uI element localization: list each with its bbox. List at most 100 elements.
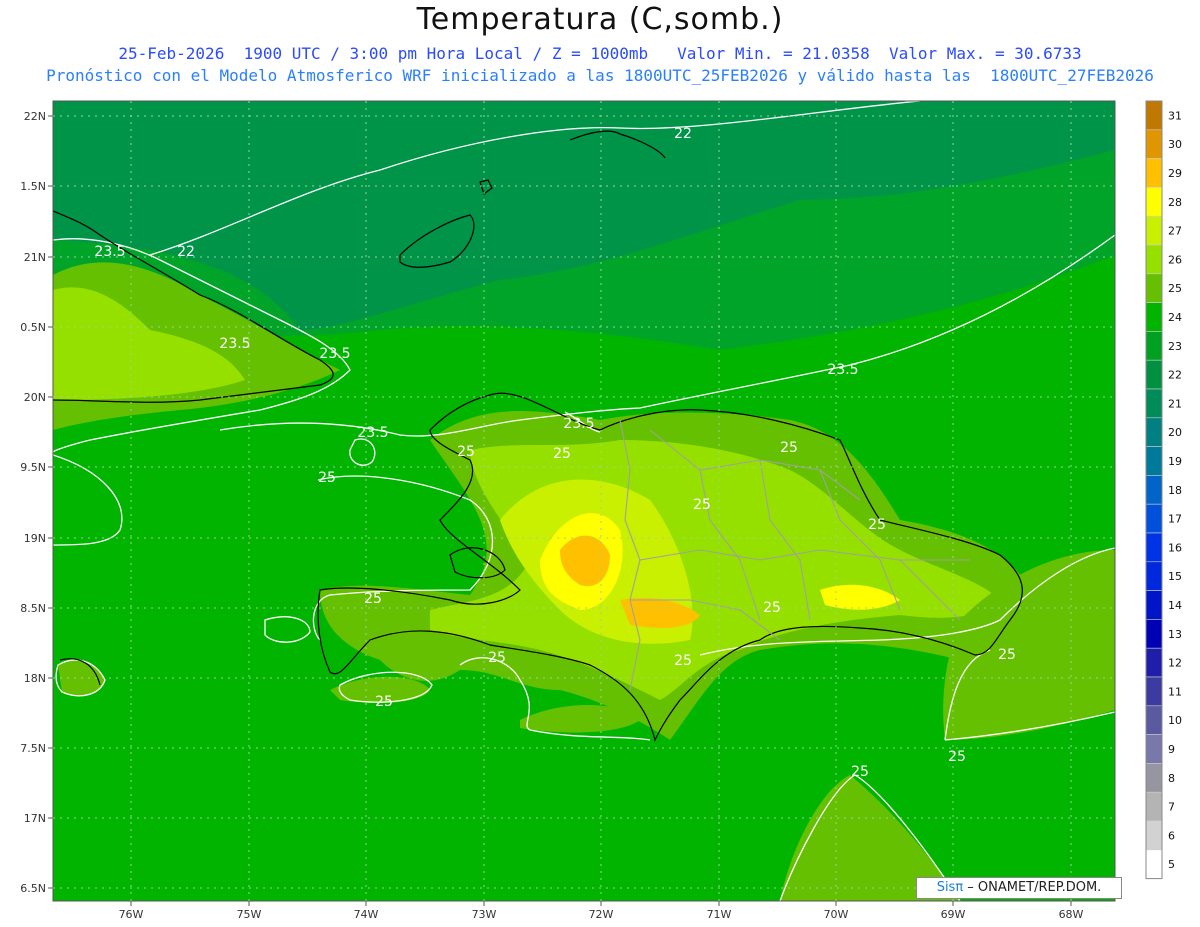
- lon-label: 74W: [354, 908, 379, 921]
- colorbar-swatch: [1145, 158, 1163, 188]
- contour-label: 25: [763, 600, 781, 616]
- contour-label: 23.5: [357, 425, 388, 441]
- lon-label: 70W: [824, 908, 849, 921]
- colorbar-label: 8: [1168, 772, 1175, 785]
- temperature-map: 22N 1.5N 21N 0.5N 20N 9.5N 19N 8.5N 18N 7.5N 17N 6.…: [20, 100, 1182, 921]
- contour-label: 25: [851, 764, 869, 780]
- colorbar-swatch: [1145, 187, 1163, 217]
- colorbar-label: 29: [1168, 167, 1182, 180]
- contour-label: 25: [868, 517, 886, 533]
- credit-box: Sisπ – ONAMET/REP.DOM.: [916, 877, 1122, 899]
- colorbar-swatch: [1145, 475, 1163, 505]
- contour-label: 25: [780, 440, 798, 456]
- colorbar-swatch: [1145, 417, 1163, 447]
- lon-label: 71W: [707, 908, 732, 921]
- contour-label: 22: [674, 126, 692, 142]
- shaded-field: [53, 101, 1115, 901]
- colorbar-swatch: [1145, 215, 1163, 246]
- colorbar-label: 12: [1168, 657, 1182, 670]
- colorbar-swatch: [1145, 676, 1163, 707]
- lat-label: 19N: [24, 532, 46, 545]
- colorbar-label: 19: [1168, 455, 1182, 468]
- colorbar-label: 30: [1168, 138, 1182, 151]
- latitude-labels: 22N 1.5N 21N 0.5N 20N 9.5N 19N 8.5N 18N 7.5N 17N 6.…: [20, 110, 53, 895]
- contour-label: 25: [948, 749, 966, 765]
- lon-label: 69W: [941, 908, 966, 921]
- lat-label: 9.5N: [20, 461, 46, 474]
- lon-label: 68W: [1059, 908, 1084, 921]
- colorbar-swatch: [1145, 532, 1163, 563]
- colorbar-swatch: [1145, 388, 1163, 419]
- colorbar-swatch: [1145, 791, 1163, 822]
- contour-label: 25: [674, 653, 692, 669]
- colorbar-label: 28: [1168, 196, 1182, 209]
- colorbar-swatch: [1145, 561, 1163, 591]
- lat-label: 7.5N: [20, 742, 46, 755]
- contour-label: 25: [375, 694, 393, 710]
- colorbar-swatch: [1145, 244, 1163, 275]
- colorbar-swatch: [1145, 734, 1163, 764]
- colorbar-label: 7: [1168, 801, 1175, 814]
- lat-label: 6.5N: [20, 882, 46, 895]
- lat-label: 21N: [24, 251, 46, 264]
- colorbar-swatch: [1145, 129, 1163, 159]
- colorbar-swatch: [1145, 820, 1163, 851]
- contour-label: 25: [488, 650, 506, 666]
- lon-label: 72W: [589, 908, 614, 921]
- colorbar-swatch: [1145, 446, 1163, 476]
- credit-brand: Sisπ: [936, 880, 964, 895]
- colorbar-swatch: [1145, 302, 1163, 332]
- contour-label: 25: [553, 446, 571, 462]
- lat-label: 8.5N: [20, 602, 46, 615]
- colorbar-swatch: [1145, 331, 1163, 361]
- lat-label: 0.5N: [20, 321, 46, 334]
- colorbar-label: 15: [1168, 570, 1182, 583]
- colorbar-label: 24: [1168, 311, 1182, 324]
- colorbar-label: 10: [1168, 714, 1182, 727]
- lon-label: 73W: [472, 908, 497, 921]
- contour-label: 22: [177, 244, 195, 260]
- colorbar-label: 31: [1168, 109, 1182, 122]
- colorbar-label: 21: [1168, 397, 1182, 410]
- contour-label: 23.5: [219, 336, 250, 352]
- colorbar-label: 23: [1168, 340, 1182, 353]
- colorbar-label: 6: [1168, 829, 1175, 842]
- colorbar-label: 5: [1168, 858, 1175, 871]
- colorbar-label: 22: [1168, 369, 1182, 382]
- colorbar-label: 17: [1168, 513, 1182, 526]
- colorbar-swatch: [1145, 647, 1163, 678]
- colorbar-label: 11: [1168, 685, 1182, 698]
- lat-label: 22N: [24, 110, 46, 123]
- contour-label: 25: [457, 444, 475, 460]
- colorbar-swatch: [1145, 100, 1163, 131]
- colorbar-swatch: [1145, 273, 1163, 303]
- credit-text: – ONAMET/REP.DOM.: [963, 880, 1102, 895]
- colorbar-swatch: [1145, 849, 1163, 879]
- colorbar-label: 9: [1168, 743, 1175, 756]
- colorbar-swatch: [1145, 705, 1163, 735]
- colorbar: 31 30 29 28 27 26 25 24 23 22 21 20 19 18 17 16 15 14 13 12…: [1145, 100, 1182, 880]
- colorbar-label: 27: [1168, 225, 1182, 238]
- lat-label: 20N: [24, 391, 46, 404]
- lat-label: 1.5N: [20, 180, 46, 193]
- colorbar-label: 14: [1168, 599, 1182, 612]
- colorbar-swatch: [1145, 503, 1163, 534]
- contour-label: 25: [693, 497, 711, 513]
- colorbar-label: 18: [1168, 484, 1182, 497]
- contour-label: 23.5: [94, 244, 125, 260]
- colorbar-label: 20: [1168, 426, 1182, 439]
- lon-label: 75W: [237, 908, 262, 921]
- contour-label: 25: [998, 647, 1016, 663]
- colorbar-swatch: [1145, 359, 1163, 390]
- colorbar-label: 16: [1168, 541, 1182, 554]
- colorbar-swatch: [1145, 763, 1163, 793]
- contour-label: 25: [364, 591, 382, 607]
- longitude-labels: 76W 75W 74W 73W 72W 71W 70W 69W 68W: [119, 901, 1084, 921]
- contour-label: 23.5: [827, 362, 858, 378]
- contour-label: 25: [318, 470, 336, 486]
- lat-label: 18N: [24, 672, 46, 685]
- colorbar-swatch: [1145, 590, 1163, 620]
- colorbar-label: 26: [1168, 253, 1182, 266]
- colorbar-swatch: [1145, 619, 1163, 649]
- colorbar-label: 25: [1168, 282, 1182, 295]
